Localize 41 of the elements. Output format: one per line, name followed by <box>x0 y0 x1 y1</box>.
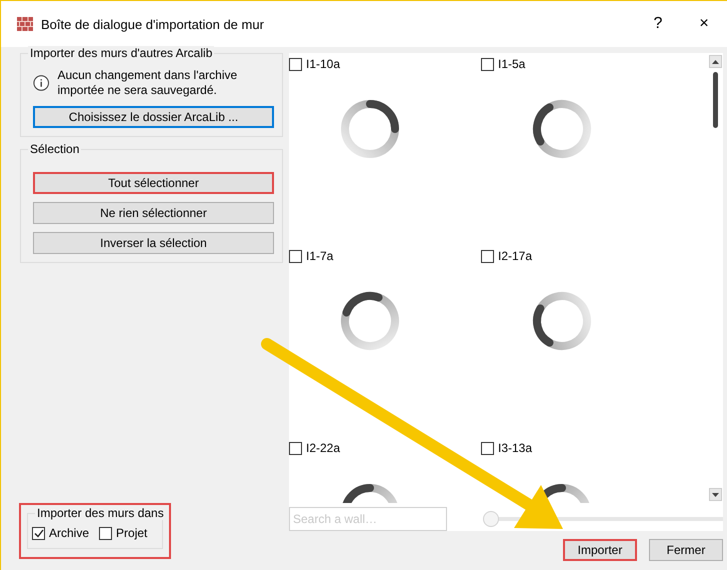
window-title: Boîte de dialogue d'importation de mur <box>41 16 265 32</box>
wall-name: I2-22a <box>306 441 340 455</box>
checkbox-label: Projet <box>116 526 148 540</box>
group-title: Importer des murs d'autres Arcalib <box>28 46 214 60</box>
slider-thumb[interactable] <box>483 511 499 527</box>
wall-name: I1-7a <box>306 249 334 263</box>
checkmark-icon <box>34 528 44 538</box>
selection-button[interactable]: Tout sélectionner <box>33 172 274 194</box>
checkbox[interactable] <box>289 250 302 262</box>
loading-spinner-icon <box>530 97 594 161</box>
checkbox[interactable] <box>289 442 302 454</box>
selection-button[interactable]: Inverser la sélection <box>33 232 274 254</box>
loading-spinner-icon <box>530 289 594 353</box>
group-title: Sélection <box>28 142 82 156</box>
loading-spinner-icon <box>338 97 402 161</box>
wall-name: I3-13a <box>498 441 532 455</box>
choose-folder-button[interactable]: Choisissez le dossier ArcaLib ... <box>33 106 274 128</box>
checkbox[interactable] <box>481 250 494 262</box>
group-title: Importer des murs dans <box>35 506 166 520</box>
checkbox[interactable] <box>99 526 112 540</box>
selection-button[interactable]: Ne rien sélectionner <box>33 202 274 224</box>
checkbox[interactable] <box>289 58 302 70</box>
checkbox[interactable] <box>481 442 494 454</box>
scrollbar-thumb[interactable] <box>712 72 718 128</box>
wall-name: I1-5a <box>498 57 526 71</box>
scroll-up-button[interactable] <box>708 55 722 68</box>
dialog-button[interactable]: Importer <box>563 539 637 561</box>
brick-wall-icon <box>17 17 33 31</box>
loading-spinner-icon <box>338 289 402 353</box>
scroll-down-button[interactable] <box>708 488 722 501</box>
checkbox[interactable] <box>481 58 494 70</box>
checkbox[interactable] <box>32 526 45 540</box>
checkbox-label: Archive <box>49 526 90 540</box>
dialog-button[interactable]: Fermer <box>649 539 723 561</box>
down-triangle-icon <box>712 492 718 496</box>
up-triangle-icon <box>712 60 718 64</box>
wall-name: I2-17a <box>498 249 532 263</box>
info-message: Aucun changement dans l'archive importée ne sera sauvegardé. <box>57 68 238 98</box>
close-button[interactable]: × <box>681 1 727 47</box>
help-button[interactable]: ? <box>635 1 681 47</box>
wall-name: I1-10a <box>306 57 340 71</box>
